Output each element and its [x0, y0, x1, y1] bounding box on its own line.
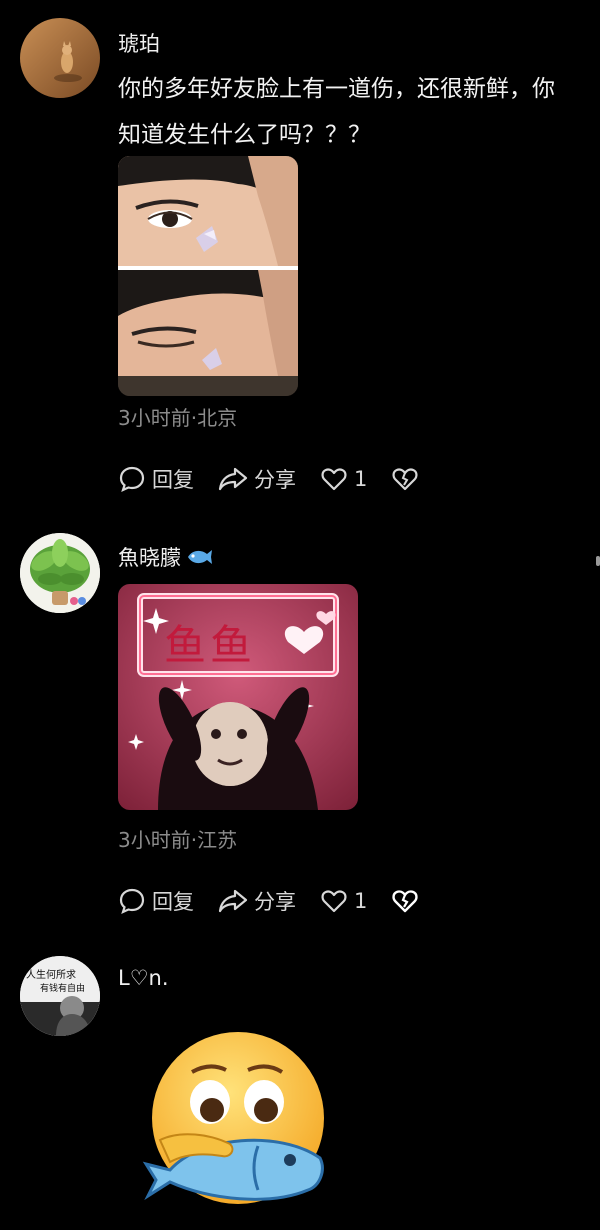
comment-text-line-1: 你的多年好友脸上有一道伤，还很新鲜，你	[118, 76, 555, 102]
image-caption: 鱼鱼	[164, 621, 257, 670]
username[interactable]: 琥珀	[118, 28, 160, 58]
comment-text-line-2: 知道发生什么了吗？？？	[118, 122, 371, 148]
broken-heart-icon	[392, 468, 418, 491]
share-button[interactable]: 分享	[218, 464, 296, 494]
avatar-user-1[interactable]	[20, 18, 100, 98]
username[interactable]: L♡n.	[118, 966, 169, 990]
dislike-button[interactable]	[391, 887, 425, 915]
fish-face-sticker[interactable]	[140, 1030, 340, 1220]
heart-icon	[321, 468, 347, 491]
reply-label: 回复	[152, 468, 194, 492]
share-button[interactable]: 分享	[218, 886, 296, 916]
fish-badge-icon	[188, 550, 212, 564]
action-bar: 回复 分享 1	[118, 886, 449, 916]
comment-icon	[119, 466, 145, 493]
avatar-text-line-1: 人生何所求	[26, 970, 76, 981]
reply-button[interactable]: 回复	[118, 464, 194, 494]
share-icon	[218, 467, 248, 491]
dislike-button[interactable]	[391, 465, 425, 493]
avatar-user-2[interactable]	[20, 533, 100, 613]
avatar-text-line-2: 有钱有自由	[40, 984, 86, 994]
scroll-indicator[interactable]	[596, 556, 600, 566]
like-button[interactable]: 1	[320, 887, 367, 915]
share-label: 分享	[254, 468, 296, 492]
avatar-user-3[interactable]: 人生何所求 有钱有自由	[20, 956, 100, 1036]
comment-meta: 3小时前·北京	[118, 406, 238, 430]
comment-meta: 3小时前·江苏	[118, 828, 238, 852]
action-bar: 回复 分享 1	[118, 464, 449, 494]
username-text: 魚晓朦	[118, 546, 181, 570]
share-icon	[218, 889, 248, 913]
heart-icon	[321, 890, 347, 913]
username[interactable]: 魚晓朦	[118, 542, 213, 572]
reply-label: 回复	[152, 890, 194, 914]
like-count: 1	[354, 889, 368, 913]
comment-icon	[119, 888, 145, 915]
comment-image[interactable]	[118, 156, 298, 396]
comment-image[interactable]: 鱼鱼	[118, 584, 358, 810]
like-button[interactable]: 1	[320, 465, 367, 493]
reply-button[interactable]: 回复	[118, 886, 194, 916]
like-count: 1	[354, 467, 368, 491]
share-label: 分享	[254, 890, 296, 914]
broken-heart-icon	[392, 890, 418, 913]
